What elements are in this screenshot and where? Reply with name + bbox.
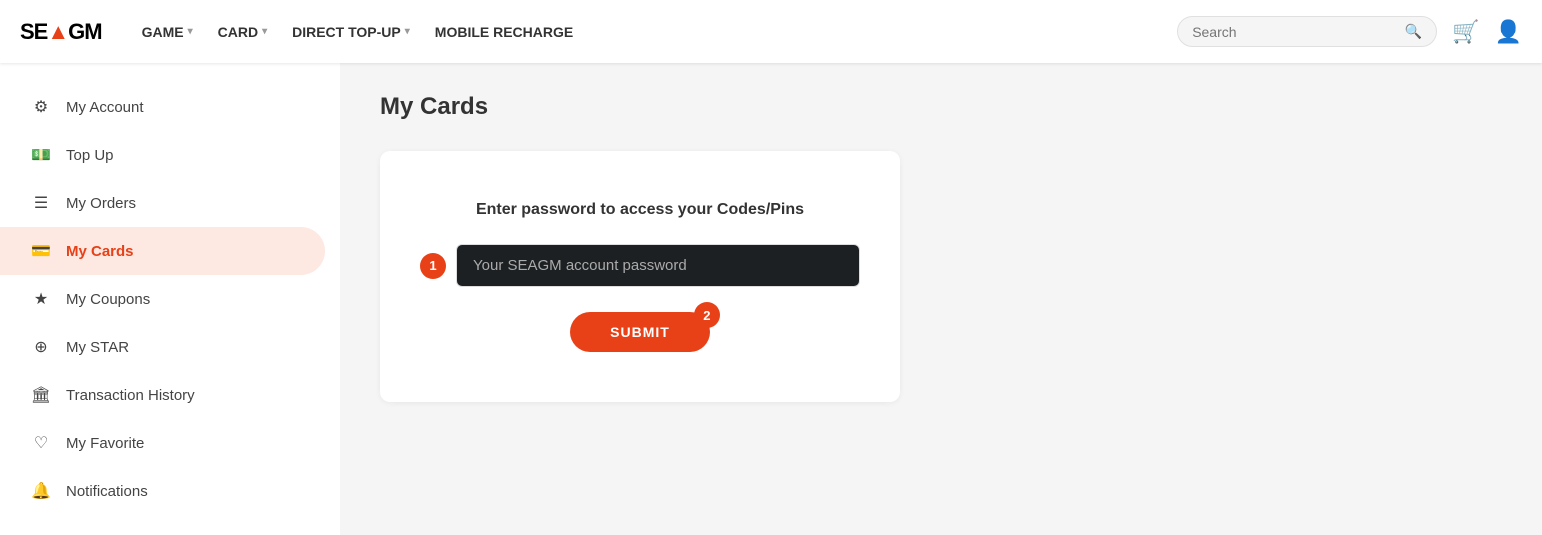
chevron-down-icon: ▾ — [188, 26, 193, 37]
header-right: 🔍 🛒 👤 — [1177, 16, 1522, 47]
search-input[interactable] — [1192, 24, 1397, 40]
step-2-badge: 2 — [694, 302, 720, 328]
cards-icon: 💳 — [30, 241, 52, 261]
history-icon: 🏛 — [30, 385, 52, 405]
sidebar-item-coupons[interactable]: ★ My Coupons — [0, 275, 325, 323]
sidebar-item-star[interactable]: ⊕ My STAR — [0, 323, 325, 371]
submit-button[interactable]: SUBMIT — [570, 312, 710, 352]
user-icon[interactable]: 👤 — [1495, 19, 1522, 45]
header: SE▲GM GAME ▾ CARD ▾ DIRECT TOP-UP ▾ MOBI… — [0, 0, 1542, 63]
coupons-icon: ★ — [30, 289, 52, 309]
main-nav: GAME ▾ CARD ▾ DIRECT TOP-UP ▾ MOBILE REC… — [132, 16, 1178, 48]
gear-icon: ⚙ — [30, 97, 52, 117]
nav-card[interactable]: CARD ▾ — [208, 16, 277, 48]
sidebar-item-account[interactable]: ⚙ My Account — [0, 83, 325, 131]
nav-direct-topup[interactable]: DIRECT TOP-UP ▾ — [282, 16, 420, 48]
sidebar-item-topup[interactable]: 💵 Top Up — [0, 131, 325, 179]
cart-icon[interactable]: 🛒 — [1452, 19, 1479, 45]
sidebar-item-history[interactable]: 🏛 Transaction History — [0, 371, 325, 419]
bell-icon: 🔔 — [30, 481, 52, 501]
password-input[interactable] — [456, 244, 860, 287]
heart-icon: ♡ — [30, 433, 52, 453]
sidebar: ⚙ My Account 💵 Top Up ☰ My Orders 💳 My C… — [0, 63, 340, 535]
panel-instruction: Enter password to access your Codes/Pins — [476, 201, 804, 219]
card-panel: Enter password to access your Codes/Pins… — [380, 151, 900, 402]
sidebar-item-notifications[interactable]: 🔔 Notifications — [0, 467, 325, 515]
topup-icon: 💵 — [30, 145, 52, 165]
submit-wrapper: SUBMIT 2 — [570, 312, 710, 352]
nav-mobile-recharge[interactable]: MOBILE RECHARGE — [425, 16, 583, 48]
star-icon: ⊕ — [30, 337, 52, 357]
chevron-down-icon: ▾ — [405, 26, 410, 37]
logo[interactable]: SE▲GM — [20, 19, 102, 45]
search-icon: 🔍 — [1405, 23, 1422, 40]
sidebar-item-cards[interactable]: 💳 My Cards — [0, 227, 325, 275]
step-1-badge: 1 — [420, 253, 446, 279]
orders-icon: ☰ — [30, 193, 52, 213]
chevron-down-icon: ▾ — [262, 26, 267, 37]
layout: ⚙ My Account 💵 Top Up ☰ My Orders 💳 My C… — [0, 63, 1542, 535]
nav-game[interactable]: GAME ▾ — [132, 16, 203, 48]
sidebar-item-orders[interactable]: ☰ My Orders — [0, 179, 325, 227]
main-content: My Cards Enter password to access your C… — [340, 63, 1542, 535]
search-box[interactable]: 🔍 — [1177, 16, 1437, 47]
password-field-wrapper: 1 — [420, 244, 860, 287]
sidebar-item-favorite[interactable]: ♡ My Favorite — [0, 419, 325, 467]
page-title: My Cards — [380, 93, 1502, 121]
